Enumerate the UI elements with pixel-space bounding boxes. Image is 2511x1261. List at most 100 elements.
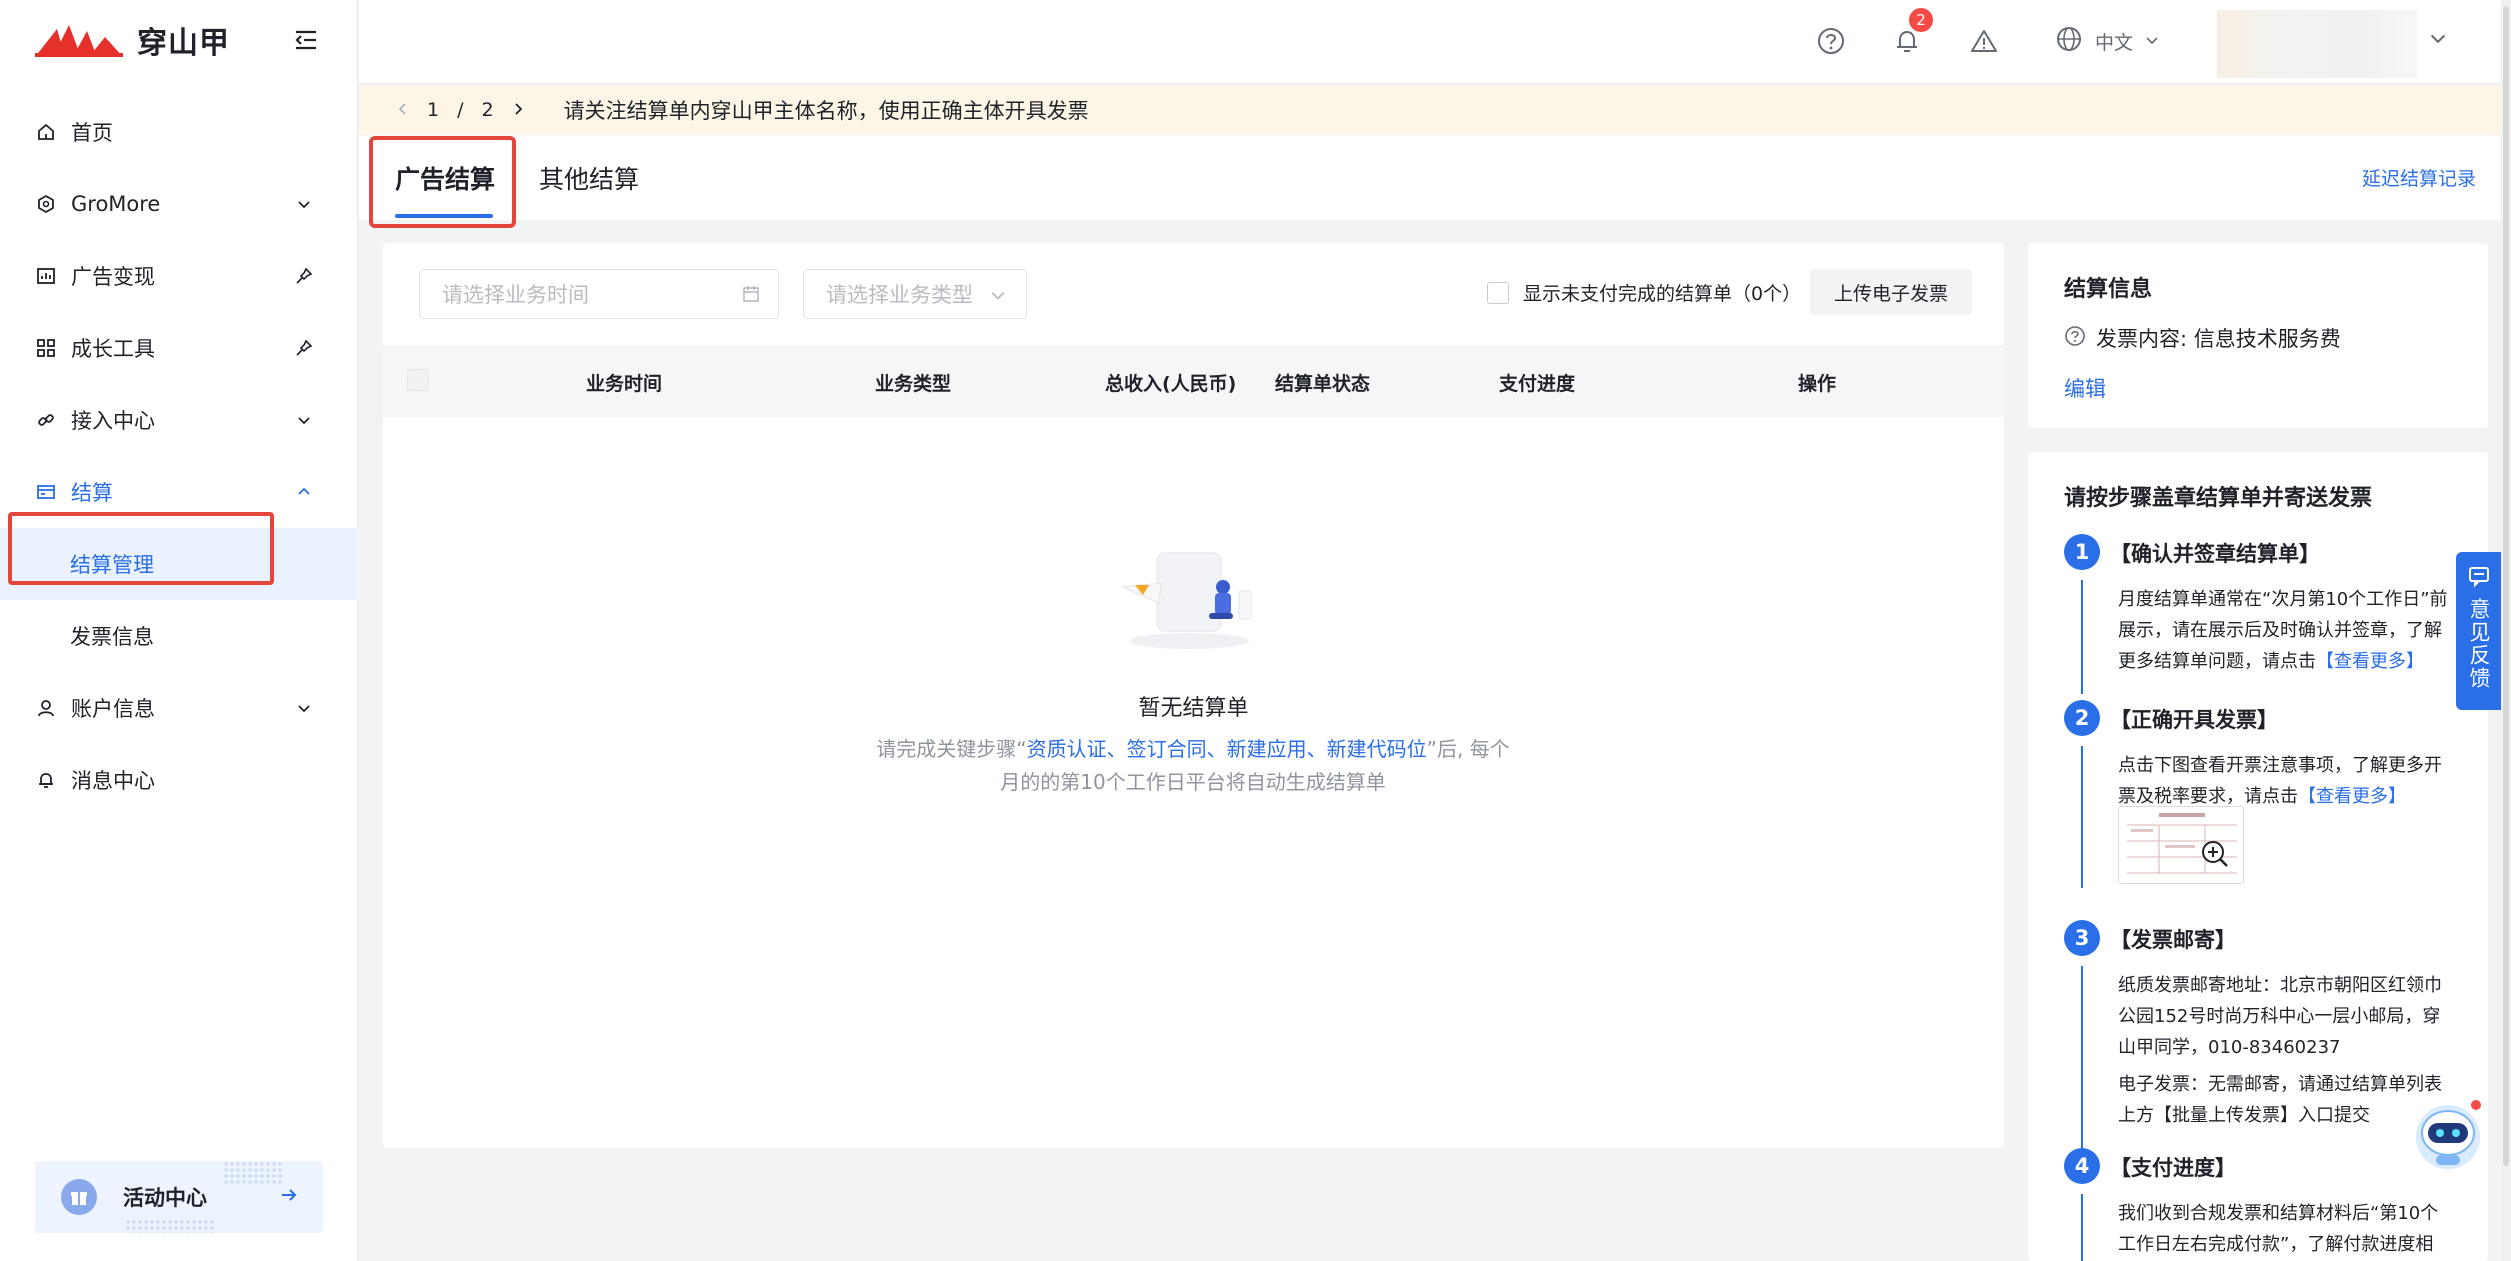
sidebar-item-home[interactable]: 首页 <box>0 96 358 168</box>
activity-center-label: 活动中心 <box>123 1186 207 1210</box>
edit-link[interactable]: 编辑 <box>2064 373 2106 403</box>
collapse-sidebar-icon[interactable] <box>292 26 320 54</box>
language-selector[interactable]: 中文 <box>2055 24 2159 58</box>
home-icon <box>35 121 57 143</box>
help-icon[interactable] <box>2064 325 2086 352</box>
sidebar-item-message-center[interactable]: 消息中心 <box>0 744 358 816</box>
column-header[interactable]: 总收入(人民币) <box>1105 369 1236 396</box>
table-header: 业务时间 业务类型 总收入(人民币) 结算单状态 支付进度 操作 <box>383 345 2004 417</box>
step-line: 电子发票：无需邮寄，请通过结算单列表 <box>2118 1074 2442 1095</box>
help-icon[interactable] <box>1814 24 1848 58</box>
date-picker[interactable]: 请选择业务时间 <box>419 269 779 319</box>
chevron-down-icon[interactable] <box>2429 28 2453 52</box>
chevron-down-icon <box>294 410 314 430</box>
chart-icon <box>35 265 57 287</box>
activity-center-button[interactable]: 活动中心 <box>35 1161 323 1233</box>
page-scrollbar[interactable] <box>2501 0 2511 1261</box>
decorative-dots <box>125 1219 215 1233</box>
step-connector <box>2081 1194 2083 1261</box>
pin-icon[interactable] <box>294 338 314 358</box>
tab-other-settlement[interactable]: 其他结算 <box>539 160 639 196</box>
column-header[interactable]: 操作 <box>1798 369 1836 396</box>
upload-invoice-button[interactable]: 上传电子发票 <box>1810 269 1972 315</box>
brand-logo[interactable]: 穿山甲 <box>35 20 230 61</box>
notice-pager: 1 / 2 <box>397 99 524 121</box>
sidebar-item-settlement-management[interactable]: 结算管理 <box>0 528 358 600</box>
key-steps-link[interactable]: 资质认证、签订合同、新建应用、新建代码位 <box>1027 737 1427 761</box>
step-number: 1 <box>2064 534 2100 570</box>
scrollbar-thumb[interactable] <box>2503 6 2509 1166</box>
view-more-link[interactable]: 【查看更多】 <box>2316 651 2424 672</box>
step-number: 2 <box>2064 700 2100 736</box>
select-all-checkbox[interactable] <box>407 369 429 391</box>
sidebar-item-invoice-info[interactable]: 发票信息 <box>0 600 358 672</box>
sidebar-item-integration[interactable]: 接入中心 <box>0 384 358 456</box>
pager-total: 2 <box>481 99 494 121</box>
step-text: 点击下图查看开票注意事项，了解更多开 票及税率要求，请点击【查看更多】 <box>2118 750 2448 812</box>
step-line: 工作日左右完成付款”，了解付款进度相 <box>2118 1234 2434 1255</box>
step-line: 纸质发票邮寄地址：北京市朝阳区红领巾 <box>2118 975 2442 996</box>
sidebar-item-gromore[interactable]: GroMore <box>0 168 358 240</box>
step-heading: 【支付进度】 <box>2110 1156 2236 1180</box>
empty-desc-line2: 月的的第10个工作日平台将自动生成结算单 <box>1000 770 1386 794</box>
chevron-right-icon[interactable] <box>512 99 524 121</box>
delayed-settlement-link[interactable]: 延迟结算记录 <box>2362 164 2476 191</box>
step-line: 上方【批量上传发票】入口提交 <box>2118 1105 2370 1126</box>
view-more-link[interactable]: 【查看更多】 <box>2298 786 2406 807</box>
bell-icon <box>35 769 57 791</box>
notification-badge: 2 <box>1909 8 1933 32</box>
settlement-table-panel: 请选择业务时间 请选择业务类型 显示未支付完成的结算单（0个） 上传电子发票 业… <box>383 243 2004 1148</box>
step-heading: 【正确开具发票】 <box>2110 708 2278 732</box>
arrow-right-icon <box>277 1183 301 1207</box>
empty-desc-prefix: 请完成关键步骤“ <box>876 737 1027 761</box>
column-header[interactable]: 业务时间 <box>586 369 662 396</box>
settlement-info-card: 结算信息 发票内容: 信息技术服务费 编辑 <box>2028 243 2488 428</box>
assistant-robot-icon[interactable] <box>2410 1097 2486 1173</box>
column-header[interactable]: 支付进度 <box>1499 369 1575 396</box>
user-icon <box>35 697 57 719</box>
step-connector <box>2081 966 2083 1162</box>
warning-icon[interactable] <box>1967 24 2001 58</box>
unpaid-filter[interactable]: 显示未支付完成的结算单（0个） <box>1487 279 1801 306</box>
language-label: 中文 <box>2095 31 2134 54</box>
step-line: 公园152号时尚万科中心一层小邮局，穿 <box>2118 1006 2441 1027</box>
user-avatar-area[interactable] <box>2217 10 2417 78</box>
column-header[interactable]: 结算单状态 <box>1275 369 1370 396</box>
sidebar-item-label: 账户信息 <box>71 697 155 721</box>
chevron-down-icon <box>990 284 1010 304</box>
empty-state-description: 请完成关键步骤“资质认证、签订合同、新建应用、新建代码位”后, 每个 月的的第1… <box>843 733 1543 799</box>
step-text: 纸质发票邮寄地址：北京市朝阳区红领巾 公园152号时尚万科中心一层小邮局，穿 山… <box>2118 970 2448 1131</box>
sidebar-item-growth-tools[interactable]: 成长工具 <box>0 312 358 384</box>
invoice-sample-thumbnail[interactable] <box>2118 806 2244 884</box>
sidebar-item-ad-monetization[interactable]: 广告变现 <box>0 240 358 312</box>
step-line-text: 更多结算单问题，请点击 <box>2118 651 2316 672</box>
notice-bar: 1 / 2 请关注结算单内穿山甲主体名称，使用正确主体开具发票 <box>359 85 2511 135</box>
pin-icon[interactable] <box>294 266 314 286</box>
unpaid-checkbox[interactable] <box>1487 281 1509 304</box>
sidebar-item-account-info[interactable]: 账户信息 <box>0 672 358 744</box>
business-type-select[interactable]: 请选择业务类型 <box>803 269 1027 319</box>
step-connector <box>2081 580 2083 694</box>
step-line: 山甲同学，010-83460237 <box>2118 1037 2341 1058</box>
sidebar-nav: 首页 GroMore 广告变现 成长工具 接入中心 结算 结算管理 发票信息 账… <box>0 96 358 816</box>
chevron-left-icon[interactable] <box>397 99 409 121</box>
step-item: 1 【确认并签章结算单】 月度结算单通常在“次月第10个工作日”前 展示，请在展… <box>2064 534 2474 694</box>
step-line: 展示，请在展示后及时确认并签章，了解 <box>2118 620 2442 641</box>
feedback-button[interactable]: 意见反馈 <box>2456 552 2502 710</box>
tab-ad-settlement[interactable]: 广告结算 <box>395 160 495 196</box>
empty-state-illustration <box>1121 552 1252 649</box>
grid-icon <box>35 337 57 359</box>
sidebar-item-label: 成长工具 <box>71 337 155 361</box>
sidebar-item-label: 消息中心 <box>71 769 155 793</box>
tab-bar: 广告结算 其他结算 延迟结算记录 <box>359 136 2511 228</box>
gift-icon <box>61 1179 97 1215</box>
step-heading: 【确认并签章结算单】 <box>2110 542 2320 566</box>
step-text: 我们收到合规发票和结算材料后“第10个 工作日左右完成付款”，了解付款进度相 <box>2118 1198 2448 1260</box>
column-header[interactable]: 业务类型 <box>875 369 951 396</box>
pangle-logo-icon <box>35 25 123 57</box>
step-line: 更多结算单问题，请点击【查看更多】 <box>2118 646 2448 677</box>
date-placeholder: 请选择业务时间 <box>442 283 589 307</box>
sidebar-item-settlement[interactable]: 结算 <box>0 456 358 528</box>
step-connector <box>2081 746 2083 888</box>
chevron-up-icon <box>294 482 314 502</box>
